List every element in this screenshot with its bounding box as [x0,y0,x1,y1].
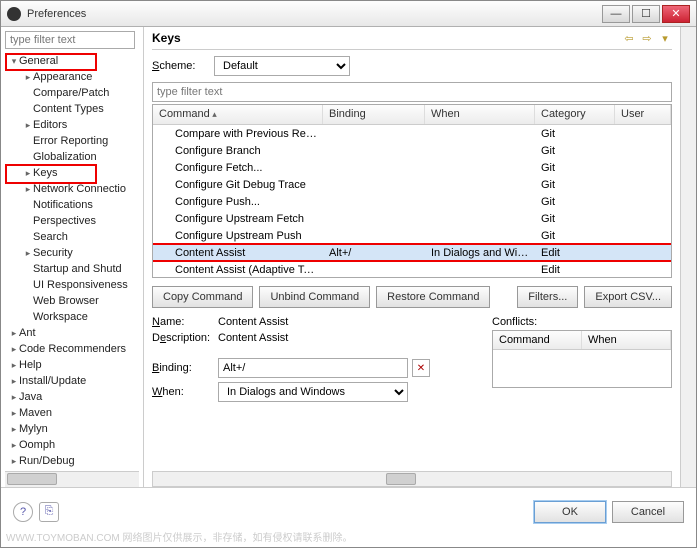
right-panel: Keys ⇦ ⇨ ▾ Scheme: Default Command Bindi… [144,27,680,487]
table-row[interactable]: Configure Fetch...Git [153,159,671,176]
scheme-label: Scheme: [152,60,214,72]
close-button[interactable]: ✕ [662,5,690,23]
maximize-button[interactable]: ☐ [632,5,660,23]
tree-item-perspectives[interactable]: Perspectives [5,213,143,229]
tree-item-compare-patch[interactable]: Compare/Patch [5,85,143,101]
table-row[interactable]: Configure Upstream PushGit [153,227,671,244]
column-command[interactable]: Command [153,105,323,124]
unbind-command-button[interactable]: Unbind Command [259,286,370,308]
tree-item-notifications[interactable]: Notifications [5,197,143,213]
preferences-tree[interactable]: ▾General▸AppearanceCompare/PatchContent … [5,53,143,471]
right-horizontal-scrollbar[interactable]: III [152,471,672,487]
eclipse-icon [7,7,21,21]
description-value: Content Assist [218,332,482,344]
name-value: Content Assist [218,316,482,328]
left-panel: ▾General▸AppearanceCompare/PatchContent … [1,27,144,487]
tree-item-ui-responsiveness[interactable]: UI Responsiveness [5,277,143,293]
conflicts-label: Conflicts: [492,316,672,328]
watermark-text: WWW.TOYMOBAN.COM 网络图片仅供展示，非存储，如有侵权请联系删除。 [6,529,352,544]
tree-item-install-update[interactable]: ▸Install/Update [5,373,143,389]
minimize-button[interactable]: — [602,5,630,23]
tree-item-workspace[interactable]: Workspace [5,309,143,325]
back-arrow-icon[interactable]: ⇦ [622,31,636,45]
right-vertical-scrollbar[interactable] [680,27,696,487]
name-label: Name: [152,316,218,328]
restore-command-button[interactable]: Restore Command [376,286,490,308]
when-label: When: [152,386,218,398]
tree-item-content-types[interactable]: Content Types [5,101,143,117]
help-icon[interactable]: ? [13,502,33,522]
keys-table: Command Binding When Category User Compa… [152,104,672,278]
tree-horizontal-scrollbar[interactable] [5,471,139,487]
tree-item-run-debug[interactable]: ▸Run/Debug [5,453,143,469]
cancel-button[interactable]: Cancel [612,501,684,523]
description-label: Description: [152,332,218,344]
tree-item-oomph[interactable]: ▸Oomph [5,437,143,453]
table-row[interactable]: Configure Push...Git [153,193,671,210]
table-row[interactable]: Configure Upstream FetchGit [153,210,671,227]
tree-item-network-connectio[interactable]: ▸Network Connectio [5,181,143,197]
tree-item-code-recommenders[interactable]: ▸Code Recommenders [5,341,143,357]
window-title: Preferences [27,8,602,20]
tree-item-appearance[interactable]: ▸Appearance [5,69,143,85]
conflicts-table: Command When [492,330,672,388]
tree-item-startup-and-shutd[interactable]: Startup and Shutd [5,261,143,277]
tree-item-keys[interactable]: ▸Keys [5,165,143,181]
conflicts-col-command[interactable]: Command [493,331,582,349]
ok-button[interactable]: OK [534,501,606,523]
page-title: Keys [152,31,622,45]
tree-item-web-browser[interactable]: Web Browser [5,293,143,309]
table-row[interactable]: Configure Git Debug TraceGit [153,176,671,193]
tree-item-mylyn[interactable]: ▸Mylyn [5,421,143,437]
conflicts-col-when[interactable]: When [582,331,671,349]
keys-filter-input[interactable] [152,82,672,102]
tree-item-help[interactable]: ▸Help [5,357,143,373]
tree-item-globalization[interactable]: Globalization [5,149,143,165]
column-binding[interactable]: Binding [323,105,425,124]
menu-arrow-icon[interactable]: ▾ [658,31,672,45]
scheme-select[interactable]: Default [214,56,350,76]
tree-filter-input[interactable] [5,31,135,49]
binding-label: Binding: [152,362,218,374]
column-user[interactable]: User [615,105,671,124]
table-row[interactable]: Content AssistAlt+/In Dialogs and Win...… [153,244,671,261]
forward-arrow-icon[interactable]: ⇨ [640,31,654,45]
table-row[interactable]: Content Assist (Adaptive TemplateEdit [153,261,671,277]
table-row[interactable]: Compare with Previous RevisionGit [153,125,671,142]
export-csv-button[interactable]: Export CSV... [584,286,672,308]
binding-input[interactable] [218,358,408,378]
titlebar: Preferences — ☐ ✕ [1,1,696,27]
table-row[interactable]: Configure BranchGit [153,142,671,159]
tree-item-error-reporting[interactable]: Error Reporting [5,133,143,149]
tree-item-editors[interactable]: ▸Editors [5,117,143,133]
tree-item-security[interactable]: ▸Security [5,245,143,261]
tree-item-maven[interactable]: ▸Maven [5,405,143,421]
table-header: Command Binding When Category User [153,105,671,125]
when-select[interactable]: In Dialogs and Windows [218,382,408,402]
export-prefs-icon[interactable]: ⎘ [39,502,59,522]
clear-binding-icon[interactable]: ✕ [412,359,430,377]
filters-button[interactable]: Filters... [517,286,578,308]
copy-command-button[interactable]: Copy Command [152,286,253,308]
tree-item-ant[interactable]: ▸Ant [5,325,143,341]
tree-item-general[interactable]: ▾General [5,53,143,69]
dialog-footer: ? ⎘ OK Cancel [1,487,696,535]
tree-item-java[interactable]: ▸Java [5,389,143,405]
tree-item-search[interactable]: Search [5,229,143,245]
column-category[interactable]: Category [535,105,615,124]
column-when[interactable]: When [425,105,535,124]
